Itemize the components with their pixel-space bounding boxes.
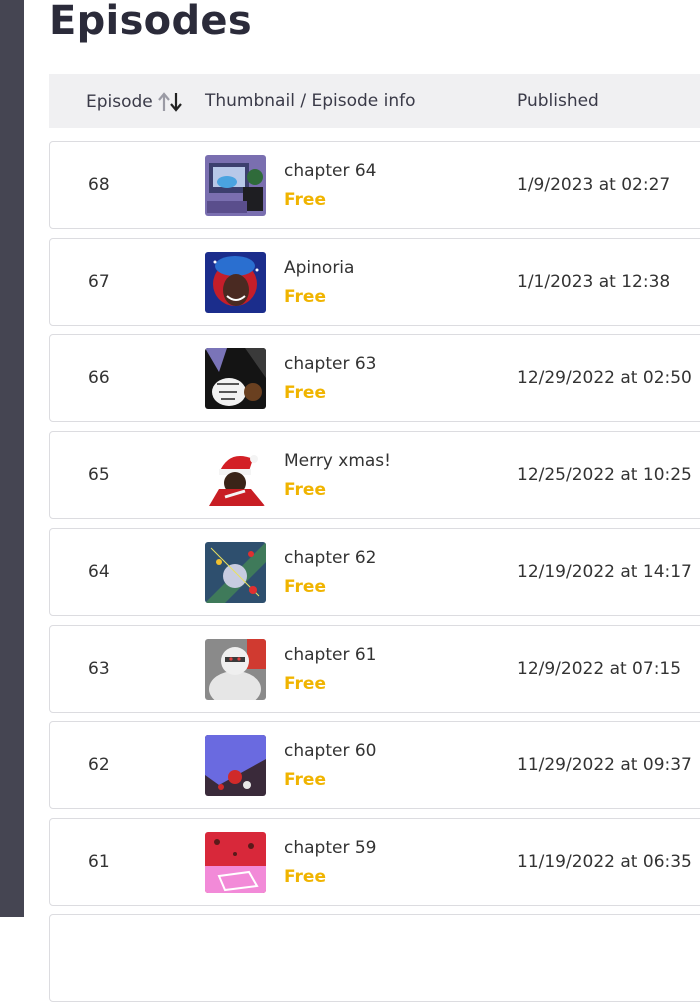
episode-published-date: 12/25/2022 at 10:25 — [517, 465, 692, 485]
episode-thumbnail[interactable] — [205, 252, 266, 313]
episode-number: 61 — [88, 852, 110, 872]
episode-price: Free — [284, 770, 326, 790]
episode-title[interactable]: chapter 61 — [284, 645, 376, 665]
sort-up-down-icon[interactable] — [157, 91, 184, 113]
episode-price: Free — [284, 287, 326, 307]
episode-number: 65 — [88, 465, 110, 485]
episode-price: Free — [284, 383, 326, 403]
episode-row[interactable]: 63 chapter 61 Free 12/9/2022 at 07:15 — [49, 625, 700, 713]
episode-thumbnail[interactable] — [205, 542, 266, 603]
episode-title[interactable]: Merry xmas! — [284, 451, 391, 471]
episode-number: 62 — [88, 755, 110, 775]
episode-published-date: 11/29/2022 at 09:37 — [517, 755, 692, 775]
episode-row[interactable] — [49, 914, 700, 1002]
episode-column-header[interactable]: Episode — [86, 91, 184, 113]
episode-row[interactable]: 68 chapter 64 Free 1/9/2023 at 02:27 — [49, 141, 700, 229]
episode-title[interactable]: Apinoria — [284, 258, 354, 278]
episode-thumbnail[interactable] — [205, 832, 266, 893]
episode-thumbnail[interactable] — [205, 639, 266, 700]
left-sidebar — [0, 0, 24, 917]
episode-row[interactable]: 62 chapter 60 Free 11/29/2022 at 09:37 — [49, 721, 700, 809]
published-column-header[interactable]: Published — [517, 91, 599, 111]
episode-published-date: 1/1/2023 at 12:38 — [517, 272, 671, 292]
episode-title[interactable]: chapter 64 — [284, 161, 376, 181]
episode-published-date: 1/9/2023 at 02:27 — [517, 175, 671, 195]
episode-row[interactable]: 66 chapter 63 Free 12/29/2022 at 02:50 — [49, 334, 700, 422]
episode-thumbnail[interactable] — [205, 735, 266, 796]
page-title: Episodes — [49, 0, 252, 44]
episode-row[interactable]: 61 chapter 59 Free 11/19/2022 at 06:35 — [49, 818, 700, 906]
episode-title[interactable]: chapter 60 — [284, 741, 376, 761]
table-header: Episode Thumbnail / Episode info Publish… — [49, 74, 700, 128]
episode-number: 68 — [88, 175, 110, 195]
episode-title[interactable]: chapter 59 — [284, 838, 376, 858]
thumbnail-column-header: Thumbnail / Episode info — [205, 91, 416, 111]
episode-title[interactable]: chapter 62 — [284, 548, 376, 568]
episode-header-label: Episode — [86, 92, 153, 112]
episode-thumbnail[interactable] — [205, 348, 266, 409]
episode-price: Free — [284, 480, 326, 500]
episode-row[interactable]: 64 chapter 62 Free 12/19/2022 at 14:17 — [49, 528, 700, 616]
episode-price: Free — [284, 674, 326, 694]
episode-price: Free — [284, 867, 326, 887]
episode-published-date: 12/9/2022 at 07:15 — [517, 659, 682, 679]
episode-number: 64 — [88, 562, 110, 582]
episode-thumbnail[interactable] — [205, 445, 266, 506]
episode-row[interactable]: 65 Merry xmas! Free 12/25/2022 at 10:25 — [49, 431, 700, 519]
episode-published-date: 12/29/2022 at 02:50 — [517, 368, 692, 388]
episode-published-date: 11/19/2022 at 06:35 — [517, 852, 692, 872]
episode-number: 63 — [88, 659, 110, 679]
episode-number: 66 — [88, 368, 110, 388]
episode-number: 67 — [88, 272, 110, 292]
episode-published-date: 12/19/2022 at 14:17 — [517, 562, 692, 582]
episode-title[interactable]: chapter 63 — [284, 354, 376, 374]
episode-row[interactable]: 67 Apinoria Free 1/1/2023 at 12:38 — [49, 238, 700, 326]
episode-price: Free — [284, 577, 326, 597]
episode-thumbnail[interactable] — [205, 155, 266, 216]
episode-price: Free — [284, 190, 326, 210]
